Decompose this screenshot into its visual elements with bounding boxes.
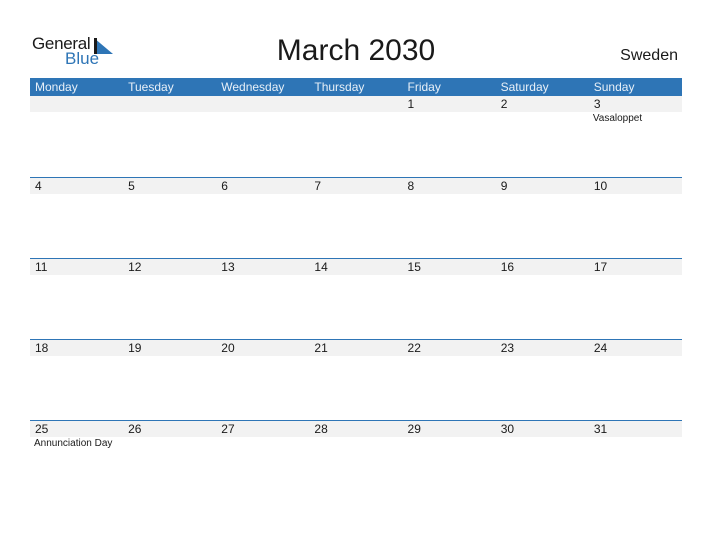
day-number: 4 xyxy=(35,179,42,193)
day-cell: 6 xyxy=(216,178,309,259)
weekday-monday: Monday xyxy=(35,80,78,94)
day-number: 24 xyxy=(593,341,608,355)
day-cell: 16 xyxy=(496,259,589,340)
day-cell xyxy=(216,96,309,177)
country-label: Sweden xyxy=(620,47,678,64)
day-cell: 19 xyxy=(123,340,216,421)
day-number: 23 xyxy=(500,341,515,355)
day-cell: 24 xyxy=(589,340,682,421)
day-cell: 1 xyxy=(403,96,496,177)
weekday-friday: Friday xyxy=(407,80,441,94)
day-number: 12 xyxy=(128,260,142,274)
day-cell: 21 xyxy=(309,340,402,421)
weekday-saturday: Saturday xyxy=(500,80,549,94)
day-number: 30 xyxy=(500,422,515,436)
day-cell: 4 xyxy=(30,178,123,259)
day-number: 22 xyxy=(407,341,421,355)
day-number: 14 xyxy=(314,260,328,274)
calendar-title: March 2030 xyxy=(276,34,436,67)
day-cell: 11 xyxy=(30,259,123,340)
day-number: 7 xyxy=(314,179,322,193)
day-number: 8 xyxy=(407,179,415,193)
day-cell: 22 xyxy=(403,340,496,421)
day-cell: 3 Vasaloppet xyxy=(589,96,682,177)
day-number: 27 xyxy=(221,422,235,436)
day-number: 21 xyxy=(314,341,328,355)
day-number: 5 xyxy=(128,179,135,193)
day-cell: 26 xyxy=(123,421,216,502)
day-cell xyxy=(123,96,216,177)
week-row: 18 19 20 21 22 23 24 xyxy=(30,339,682,421)
day-cell xyxy=(309,96,402,177)
day-number: 3 xyxy=(593,97,601,111)
weekday-wednesday: Wednesday xyxy=(221,80,285,94)
day-cell: 5 xyxy=(123,178,216,259)
day-cell: 10 xyxy=(589,178,682,259)
week-row: 11 12 13 14 15 16 17 xyxy=(30,258,682,340)
week-row: 1 2 3 Vasaloppet xyxy=(30,96,682,177)
holiday-label: Annunciation Day xyxy=(34,438,113,449)
day-cell: 28 xyxy=(309,421,402,502)
day-cell xyxy=(30,96,123,177)
day-number: 18 xyxy=(35,341,49,355)
day-cell: 12 xyxy=(123,259,216,340)
day-number: 17 xyxy=(593,260,608,274)
day-cell: 25 Annunciation Day xyxy=(30,421,123,502)
weekday-sunday: Sunday xyxy=(593,80,635,94)
day-number: 13 xyxy=(221,260,235,274)
day-number: 2 xyxy=(500,97,508,111)
day-number: 16 xyxy=(500,260,515,274)
day-number: 11 xyxy=(35,260,48,274)
day-number: 10 xyxy=(593,179,608,193)
week-row: 4 5 6 7 8 9 10 xyxy=(30,177,682,259)
day-number: 1 xyxy=(407,97,415,111)
day-cell: 23 xyxy=(496,340,589,421)
day-number: 26 xyxy=(128,422,142,436)
day-number: 31 xyxy=(593,422,608,436)
day-number: 6 xyxy=(221,179,228,193)
day-cell: 29 xyxy=(403,421,496,502)
weekday-thursday: Thursday xyxy=(314,80,365,94)
day-cell: 18 xyxy=(30,340,123,421)
day-number: 25 xyxy=(35,422,49,436)
day-number: 15 xyxy=(407,260,421,274)
day-cell: 7 xyxy=(309,178,402,259)
day-number: 19 xyxy=(128,341,142,355)
day-cell: 20 xyxy=(216,340,309,421)
day-cell: 14 xyxy=(309,259,402,340)
day-cell: 2 xyxy=(496,96,589,177)
day-number: 20 xyxy=(221,341,235,355)
day-cell: 30 xyxy=(496,421,589,502)
weekday-header: Monday Tuesday Wednesday Thursday Friday… xyxy=(30,78,682,96)
day-number: 29 xyxy=(407,422,421,436)
day-number: 9 xyxy=(500,179,508,193)
day-cell: 9 xyxy=(496,178,589,259)
weekday-tuesday: Tuesday xyxy=(128,80,174,94)
holiday-label: Vasaloppet xyxy=(592,113,643,124)
week-row: 25 Annunciation Day 26 27 28 29 30 31 xyxy=(30,420,682,502)
day-cell: 31 xyxy=(589,421,682,502)
day-cell: 8 xyxy=(403,178,496,259)
day-number: 28 xyxy=(314,422,328,436)
day-cell: 13 xyxy=(216,259,309,340)
day-cell: 27 xyxy=(216,421,309,502)
day-cell: 15 xyxy=(403,259,496,340)
day-cell: 17 xyxy=(589,259,682,340)
